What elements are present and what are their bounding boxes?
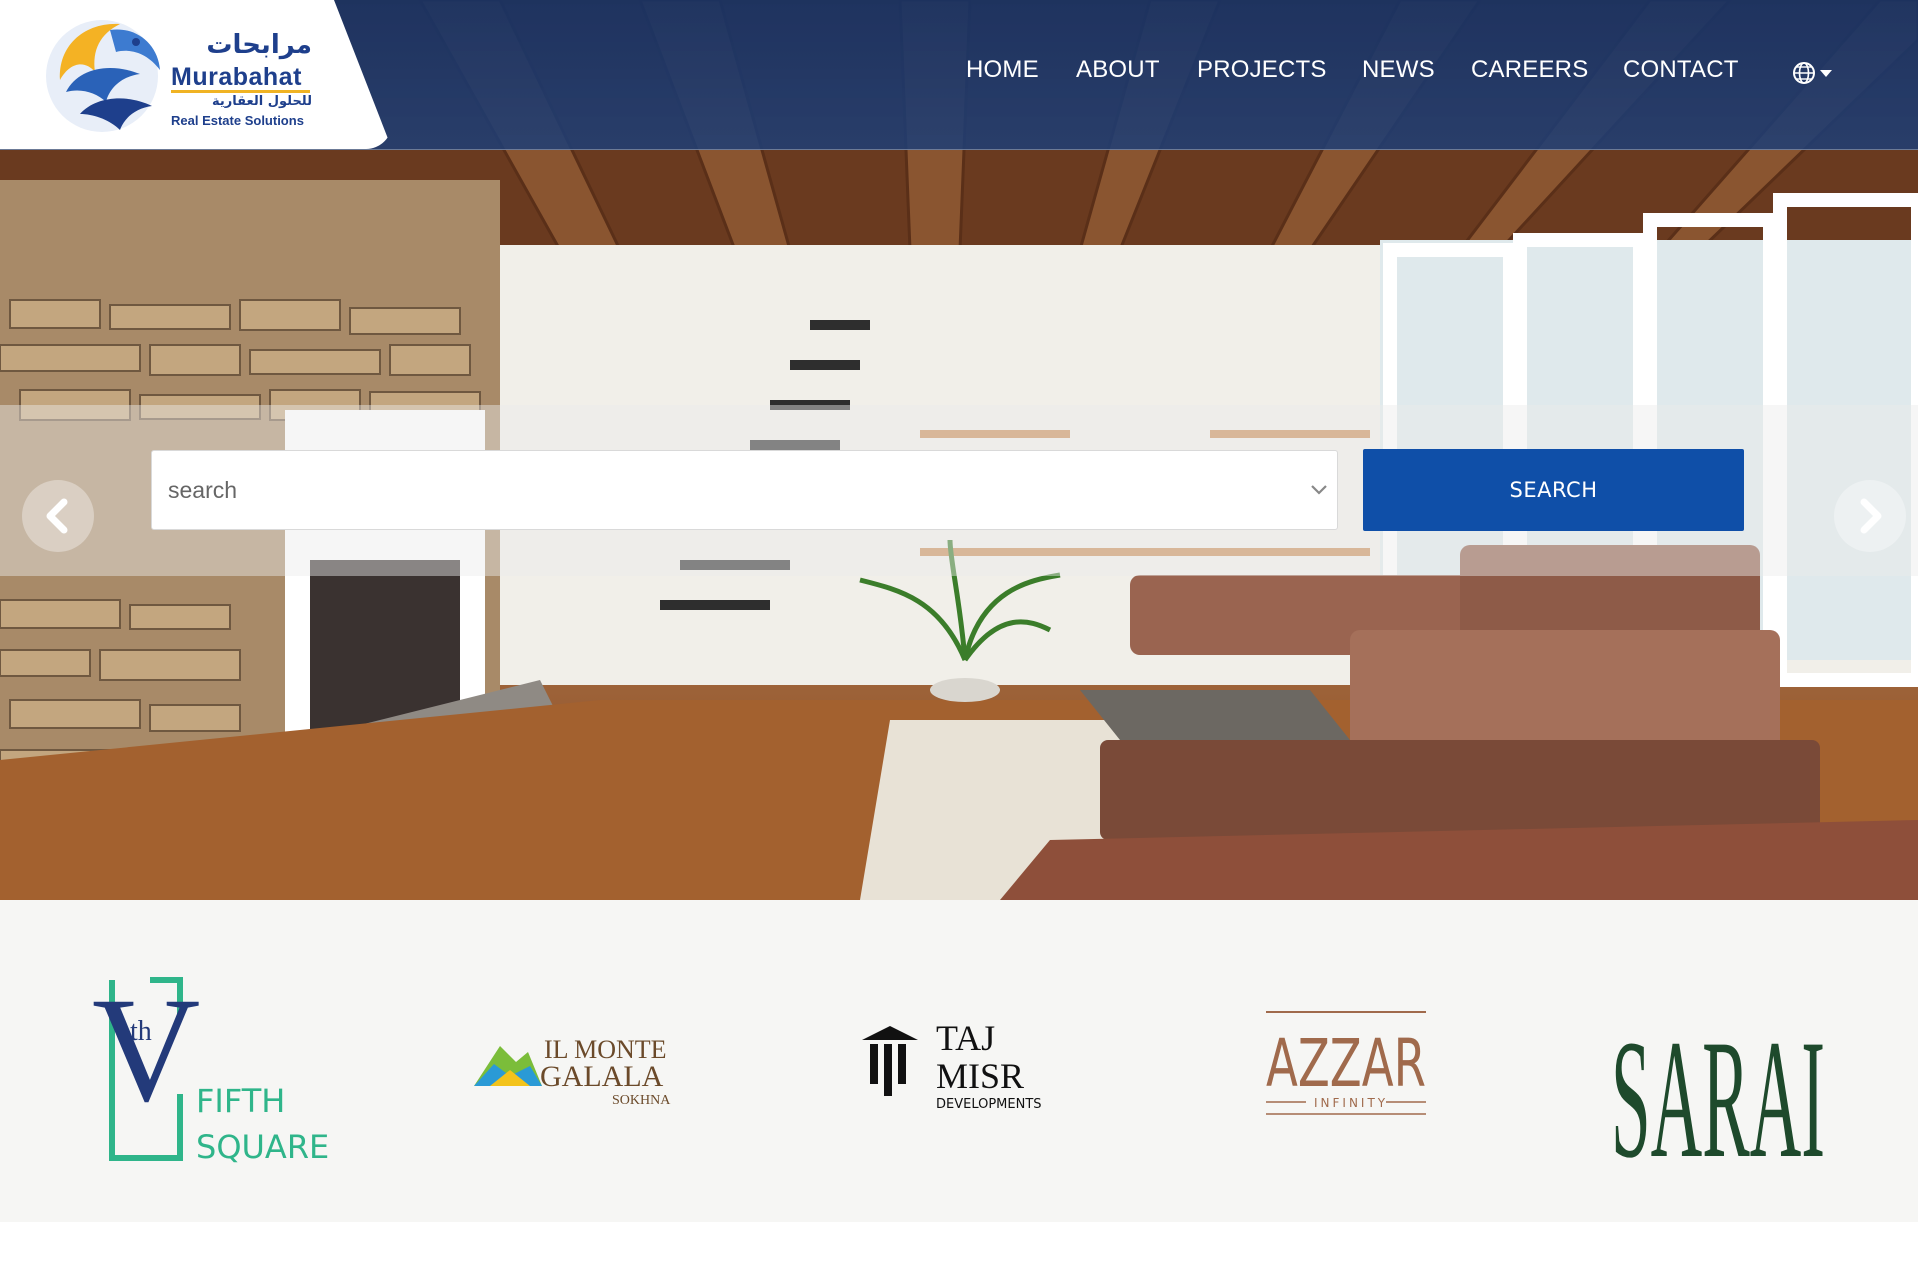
partner-logo-il-monte-galala[interactable]: IL MONTE GALALA SOKHNA bbox=[470, 900, 710, 1222]
chevron-right-icon bbox=[1860, 498, 1882, 534]
search-input[interactable] bbox=[151, 450, 1338, 530]
azzar-line1: AZZAR bbox=[1266, 1025, 1426, 1102]
taj-misr-line3: DEVELOPMENTS bbox=[936, 1097, 1042, 1112]
fifth-square-logo-icon: V th FIFTH SQUARE bbox=[92, 967, 329, 1166]
brand-arabic-name: مرابحات bbox=[206, 30, 312, 60]
brand-tagline: Real Estate Solutions bbox=[171, 113, 304, 128]
eagle-logo-icon bbox=[46, 20, 160, 132]
azzar-line2: INFINITY bbox=[1314, 1096, 1388, 1110]
taj-misr-line2: MISR bbox=[936, 1056, 1024, 1096]
nav-item-careers[interactable]: CAREERS bbox=[1471, 56, 1588, 84]
nav-item-contact[interactable]: CONTACT bbox=[1623, 56, 1739, 84]
search-button[interactable]: SEARCH bbox=[1363, 449, 1744, 531]
taj-misr-logo-icon: TAJ MISR DEVELOPMENTS bbox=[862, 1018, 1042, 1112]
fifth-square-line2: SQUARE bbox=[196, 1128, 329, 1166]
partner-logo-azzar[interactable]: AZZAR INFINITY bbox=[1260, 900, 1440, 1222]
sarai-line1: SARAI bbox=[1611, 1005, 1825, 1193]
partner-logo-fifth-square[interactable]: V th FIFTH SQUARE bbox=[80, 900, 340, 1222]
azzar-logo-icon: AZZAR INFINITY bbox=[1266, 1011, 1426, 1115]
globe-icon bbox=[1793, 62, 1832, 84]
il-monte-line3: SOKHNA bbox=[612, 1093, 671, 1108]
brand-name: Murabahat bbox=[171, 63, 302, 91]
brand-divider bbox=[171, 90, 310, 93]
partner-logo-sarai[interactable]: SARAI bbox=[1605, 900, 1835, 1222]
fifth-square-numeral: V bbox=[92, 967, 200, 1133]
carousel-next-button[interactable] bbox=[1834, 480, 1906, 552]
nav-item-about[interactable]: ABOUT bbox=[1076, 56, 1160, 84]
sarai-logo-icon: SARAI bbox=[1611, 1005, 1825, 1193]
chevron-down-icon[interactable] bbox=[1308, 480, 1330, 500]
language-switcher[interactable] bbox=[1792, 60, 1838, 86]
hero-banner: مرابحات Murabahat للحلول العقارية Real E… bbox=[0, 0, 1918, 900]
chevron-left-icon bbox=[46, 498, 68, 534]
carousel-prev-button[interactable] bbox=[22, 480, 94, 552]
caret-down-icon bbox=[1820, 70, 1832, 77]
partners-strip: V th FIFTH SQUARE IL MONTE GALALA SOKHNA… bbox=[0, 900, 1918, 1222]
nav-item-home[interactable]: HOME bbox=[966, 56, 1039, 84]
nav-item-news[interactable]: NEWS bbox=[1362, 56, 1435, 84]
brand-arabic-tagline: للحلول العقارية bbox=[212, 94, 312, 109]
nav-item-projects[interactable]: PROJECTS bbox=[1197, 56, 1327, 84]
logo[interactable]: مرابحات Murabahat للحلول العقارية Real E… bbox=[0, 0, 392, 149]
partner-logo-taj-misr[interactable]: TAJ MISR DEVELOPMENTS bbox=[860, 900, 1080, 1222]
fifth-square-line1: FIFTH bbox=[196, 1082, 285, 1120]
taj-misr-line1: TAJ bbox=[936, 1018, 995, 1058]
il-monte-line2: GALALA bbox=[540, 1060, 664, 1093]
fifth-square-superscript: th bbox=[130, 1016, 152, 1047]
il-monte-galala-logo-icon: IL MONTE GALALA SOKHNA bbox=[474, 1035, 671, 1108]
